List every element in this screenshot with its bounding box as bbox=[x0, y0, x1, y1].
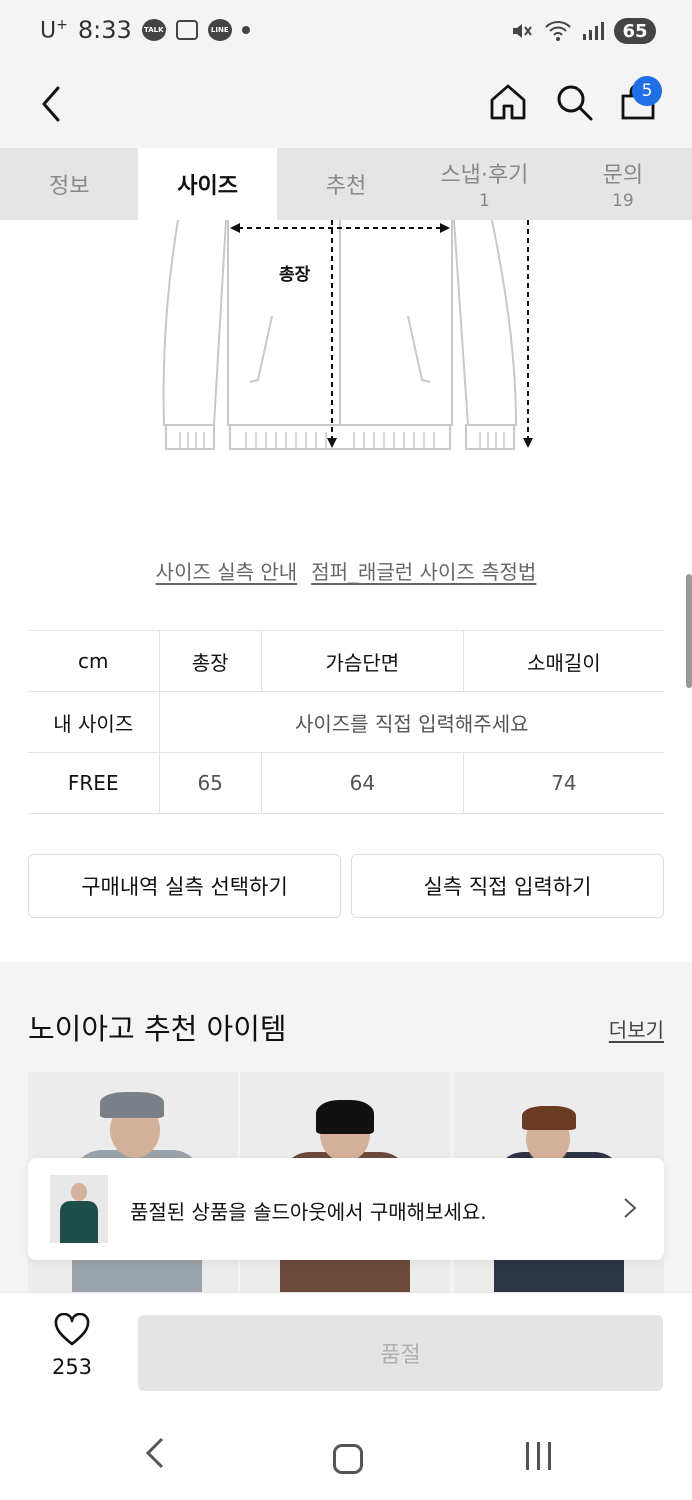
my-size-label: 내 사이즈 bbox=[28, 691, 159, 753]
screenshot-icon bbox=[175, 20, 198, 40]
bottom-action-bar: 253 품절 bbox=[0, 1292, 692, 1404]
size-label: FREE bbox=[28, 752, 159, 814]
scrollbar-thumb[interactable] bbox=[686, 574, 692, 688]
hair-shape bbox=[522, 1106, 576, 1130]
my-size-row[interactable]: 내 사이즈 사이즈를 직접 입력해주세요 bbox=[28, 691, 664, 753]
measure-method-link[interactable]: 점퍼_래글런 사이즈 측정법 bbox=[311, 556, 536, 585]
diagram-length-label: 총장 bbox=[279, 265, 311, 285]
header-cell: 총장 bbox=[158, 630, 262, 692]
battery-icon: 65 bbox=[614, 18, 656, 44]
home-icon[interactable] bbox=[488, 82, 528, 122]
size-links: 사이즈 실측 안내 점퍼_래글런 사이즈 측정법 bbox=[0, 556, 692, 585]
beanie-shape bbox=[316, 1100, 374, 1134]
signal-icon bbox=[583, 22, 604, 40]
cart-count-badge: 5 bbox=[632, 76, 662, 106]
like-button[interactable]: 253 bbox=[36, 1312, 108, 1379]
header-cell: 소매길이 bbox=[462, 630, 664, 692]
nav-home-icon[interactable] bbox=[333, 1444, 363, 1474]
size-guide-link[interactable]: 사이즈 실측 안내 bbox=[156, 556, 298, 585]
more-link[interactable]: 더보기 bbox=[609, 1014, 664, 1043]
table-header-row: cm 총장 가슴단면 소매길이 bbox=[28, 630, 664, 692]
tab-label: 사이즈 bbox=[177, 174, 238, 199]
status-bar: U+ 8:33 TALK LINE 65 bbox=[0, 0, 692, 64]
tab-recommend[interactable]: 추천 bbox=[277, 148, 415, 220]
soldout-banner[interactable]: 품절된 상품을 솔드아웃에서 구매해보세요. bbox=[28, 1158, 664, 1260]
tab-count: 1 bbox=[479, 191, 490, 211]
tab-size[interactable]: 사이즈 bbox=[138, 148, 277, 220]
jacket-shape bbox=[60, 1201, 98, 1243]
table-row: FREE 65 64 74 bbox=[28, 752, 664, 814]
nav-back-icon[interactable] bbox=[140, 1436, 170, 1470]
status-left: U+ 8:33 TALK LINE bbox=[40, 16, 250, 44]
tab-label: 문의 bbox=[602, 163, 644, 188]
back-icon[interactable] bbox=[36, 84, 68, 124]
header-cell: 가슴단면 bbox=[260, 630, 464, 692]
jacket-size-diagram bbox=[162, 220, 533, 450]
wifi-icon bbox=[545, 21, 571, 41]
carrier: U+ bbox=[40, 16, 68, 44]
app-header: 5 bbox=[0, 64, 692, 148]
line-icon: LINE bbox=[207, 19, 232, 41]
size-value: 74 bbox=[462, 752, 664, 814]
system-nav-bar bbox=[0, 1404, 692, 1500]
direct-input-button[interactable]: 실측 직접 입력하기 bbox=[351, 854, 664, 918]
size-content: 총장 사이즈 실측 안내 점퍼_래글런 사이즈 측정법 cm 총장 가슴단면 소… bbox=[0, 220, 692, 962]
mute-icon bbox=[513, 24, 532, 38]
size-value: 64 bbox=[260, 752, 464, 814]
tab-snap-review[interactable]: 스냅·후기 1 bbox=[415, 148, 553, 220]
nav-recents-icon[interactable] bbox=[526, 1442, 551, 1470]
select-history-button[interactable]: 구매내역 실측 선택하기 bbox=[28, 854, 341, 918]
tab-count: 19 bbox=[612, 191, 634, 211]
tab-label: 정보 bbox=[48, 174, 90, 199]
chevron-right-icon bbox=[624, 1198, 637, 1218]
recommend-title: 노이아고 추천 아이템 bbox=[28, 1012, 287, 1046]
search-icon[interactable] bbox=[554, 82, 594, 122]
tab-label: 스냅·후기 bbox=[440, 163, 529, 188]
like-count: 253 bbox=[51, 1355, 93, 1379]
cap-shape bbox=[100, 1092, 164, 1118]
size-value: 65 bbox=[158, 752, 262, 814]
heart-icon bbox=[54, 1312, 90, 1346]
header-cell: cm bbox=[28, 630, 159, 692]
status-right: 65 bbox=[510, 18, 656, 44]
notification-dot-icon bbox=[241, 26, 250, 34]
size-actions: 구매내역 실측 선택하기 실측 직접 입력하기 bbox=[28, 854, 664, 918]
banner-text: 품절된 상품을 솔드아웃에서 구매해보세요. bbox=[130, 1200, 487, 1224]
talk-icon: TALK bbox=[141, 19, 166, 41]
model-face bbox=[71, 1183, 87, 1201]
detail-tabs: 정보 사이즈 추천 스냅·후기 1 문의 19 bbox=[0, 148, 692, 220]
tab-inquiry[interactable]: 문의 19 bbox=[554, 148, 692, 220]
tab-info[interactable]: 정보 bbox=[0, 148, 138, 220]
soldout-button[interactable]: 품절 bbox=[138, 1315, 663, 1391]
my-size-prompt[interactable]: 사이즈를 직접 입력해주세요 bbox=[158, 691, 664, 753]
size-table: cm 총장 가슴단면 소매길이 내 사이즈 사이즈를 직접 입력해주세요 FRE… bbox=[28, 630, 664, 814]
tab-label: 추천 bbox=[325, 174, 367, 199]
banner-thumbnail bbox=[50, 1175, 108, 1243]
clock: 8:33 bbox=[77, 16, 132, 44]
